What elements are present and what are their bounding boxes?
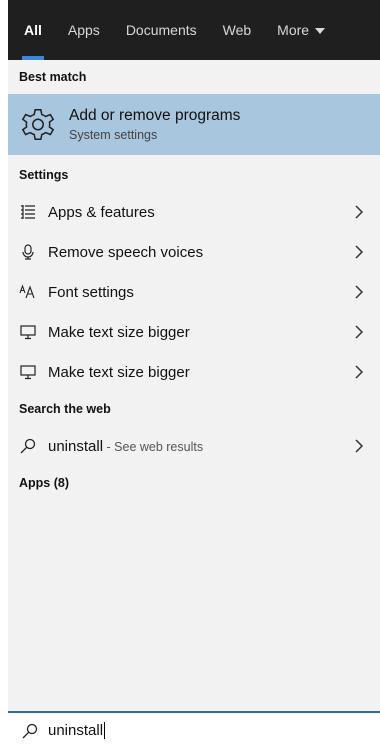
caret-down-icon [315, 28, 326, 35]
filter-tabs: All Apps Documents Web More [8, 0, 380, 60]
tab-all[interactable]: All [22, 0, 44, 60]
search-icon [22, 723, 38, 738]
chevron-right-icon [355, 245, 364, 259]
tab-all-label: All [24, 22, 42, 38]
list-icon [19, 203, 37, 221]
best-match-header: Best match [19, 70, 87, 84]
search-icon [19, 437, 37, 455]
web-result-item[interactable]: uninstall - See web results [8, 426, 380, 466]
best-match-text: Add or remove programs System settings [69, 107, 240, 142]
tab-more[interactable]: More [277, 0, 326, 60]
text-cursor [104, 722, 106, 740]
tab-documents[interactable]: Documents [126, 0, 197, 60]
chevron-right-icon [355, 205, 364, 219]
settings-item-make-text-bigger[interactable]: Make text size bigger [8, 312, 380, 352]
settings-item-label: Make text size bigger [48, 323, 190, 341]
chevron-right-icon [355, 285, 364, 299]
best-match-subtitle: System settings [69, 128, 158, 142]
settings-item-label: Font settings [48, 283, 134, 301]
web-query: uninstall [48, 437, 104, 455]
settings-item-font-settings[interactable]: Font settings [8, 272, 380, 312]
apps-header[interactable]: Apps (8) [8, 466, 380, 500]
best-match-item[interactable]: Add or remove programs System settings [8, 94, 380, 155]
web-results-suffix: - See web results [103, 439, 204, 454]
tab-documents-label: Documents [125, 22, 197, 38]
settings-item-label: Apps & features [48, 203, 155, 221]
settings-item-make-text-bigger-2[interactable]: Make text size bigger [8, 352, 380, 392]
settings-item-label: Remove speech voices [48, 243, 204, 261]
search-input-value: uninstall [48, 721, 104, 739]
tab-web-label: Web [222, 22, 252, 38]
settings-item-apps-features[interactable]: Apps & features [8, 192, 380, 232]
settings-header: Settings [19, 168, 69, 182]
gear-icon [21, 108, 55, 140]
settings-item-remove-speech-voices[interactable]: Remove speech voices [8, 232, 380, 272]
monitor-icon [19, 323, 37, 341]
tab-web[interactable]: Web [223, 0, 252, 60]
microphone-icon [19, 243, 37, 261]
chevron-right-icon [355, 365, 364, 379]
chevron-right-icon [355, 439, 364, 453]
tab-more-label: More [277, 22, 310, 38]
search-web-header: Search the web [19, 402, 111, 416]
search-input[interactable]: uninstall [48, 721, 106, 740]
search-box[interactable]: uninstall [8, 711, 380, 748]
tab-apps[interactable]: Apps [68, 0, 100, 60]
chevron-right-icon [355, 325, 364, 339]
font-icon [19, 283, 37, 301]
best-match-title: Add or remove programs [69, 107, 241, 124]
settings-item-label: Make text size bigger [48, 363, 190, 381]
search-results-panel: All Apps Documents Web More Best match A… [8, 0, 380, 711]
tab-apps-label: Apps [67, 22, 100, 38]
web-result-label: uninstall - See web results [48, 438, 203, 455]
monitor-icon [19, 363, 37, 381]
